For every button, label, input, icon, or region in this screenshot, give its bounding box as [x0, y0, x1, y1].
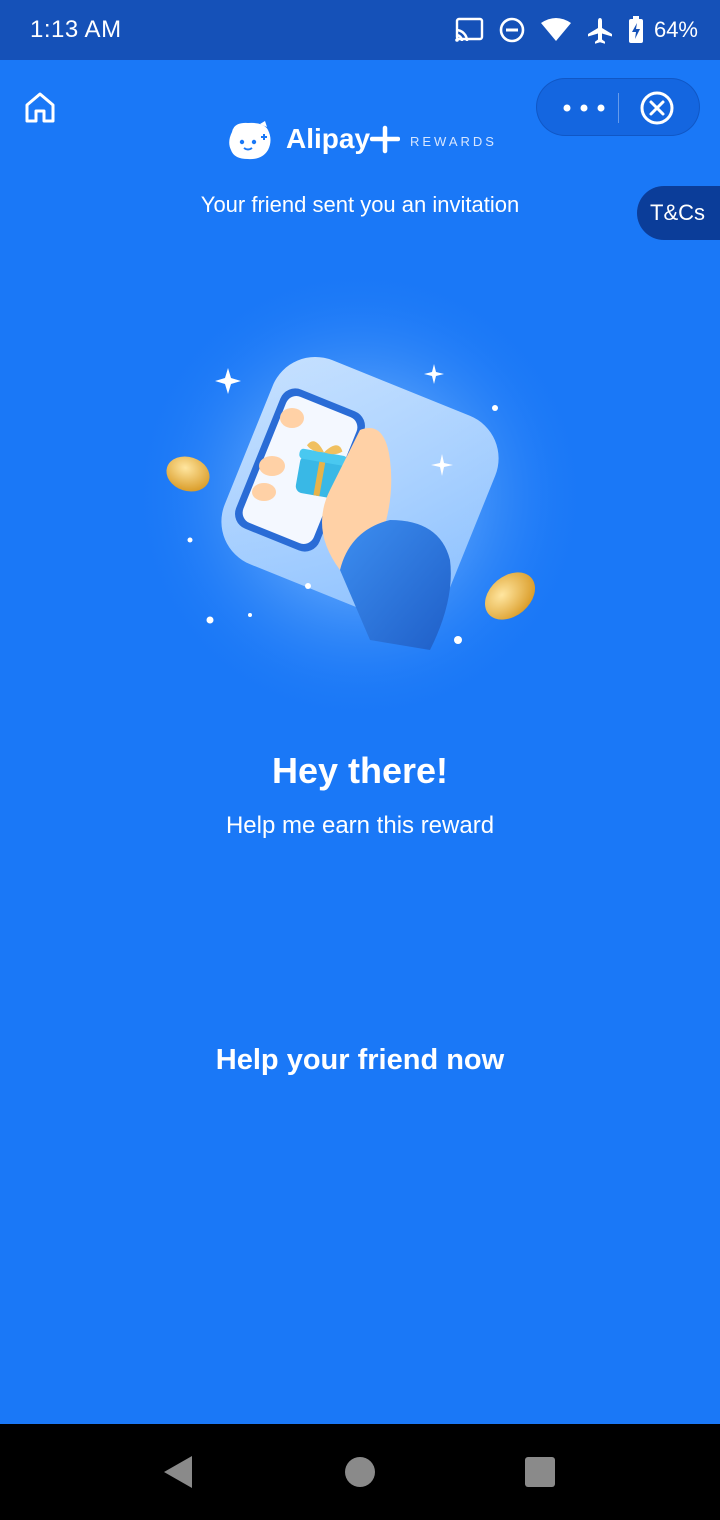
headline: Hey there! [271, 750, 449, 791]
status-icons: 64% [454, 14, 698, 46]
subheadline: Help me earn this reward [225, 812, 495, 839]
help-friend-button[interactable]: Help your friend now [160, 1030, 560, 1090]
back-icon[interactable] [160, 1454, 196, 1490]
invitation-message: Your friend sent you an invitation [200, 192, 520, 217]
home-button[interactable] [22, 90, 58, 126]
do-not-disturb-icon [499, 17, 525, 43]
rewards-invitation-screen: 1:13 AM 64% Alipay REWARDS Your friend s… [0, 0, 720, 1520]
wifi-icon [540, 18, 571, 41]
capsule-divider [618, 93, 619, 123]
status-bar: 1:13 AM 64% [0, 0, 720, 60]
battery-percentage: 64% [653, 17, 698, 42]
airplane-mode-icon [587, 18, 612, 44]
close-button[interactable] [639, 90, 675, 126]
cast-icon [455, 17, 484, 42]
more-options-button[interactable] [555, 91, 613, 125]
plus-mark-icon [370, 125, 400, 154]
recents-square-icon[interactable] [525, 1457, 555, 1487]
brand-tagline: REWARDS [410, 134, 497, 149]
mini-app-capsule [536, 78, 700, 136]
mascot-logo-icon [229, 121, 271, 160]
home-circle-icon[interactable] [345, 1457, 375, 1487]
alipay-rewards-logo: Alipay REWARDS [226, 118, 506, 164]
status-time: 1:13 AM [30, 16, 122, 43]
close-circle-icon [640, 91, 674, 125]
system-navigation-bar [0, 1424, 720, 1520]
terms-and-conditions-button[interactable]: T&Cs [637, 186, 720, 240]
brand-name: Alipay [286, 123, 371, 154]
hero-illustration [130, 265, 590, 725]
battery-charging-icon [628, 16, 643, 43]
home-icon [25, 92, 55, 123]
more-options-icon [563, 104, 605, 112]
